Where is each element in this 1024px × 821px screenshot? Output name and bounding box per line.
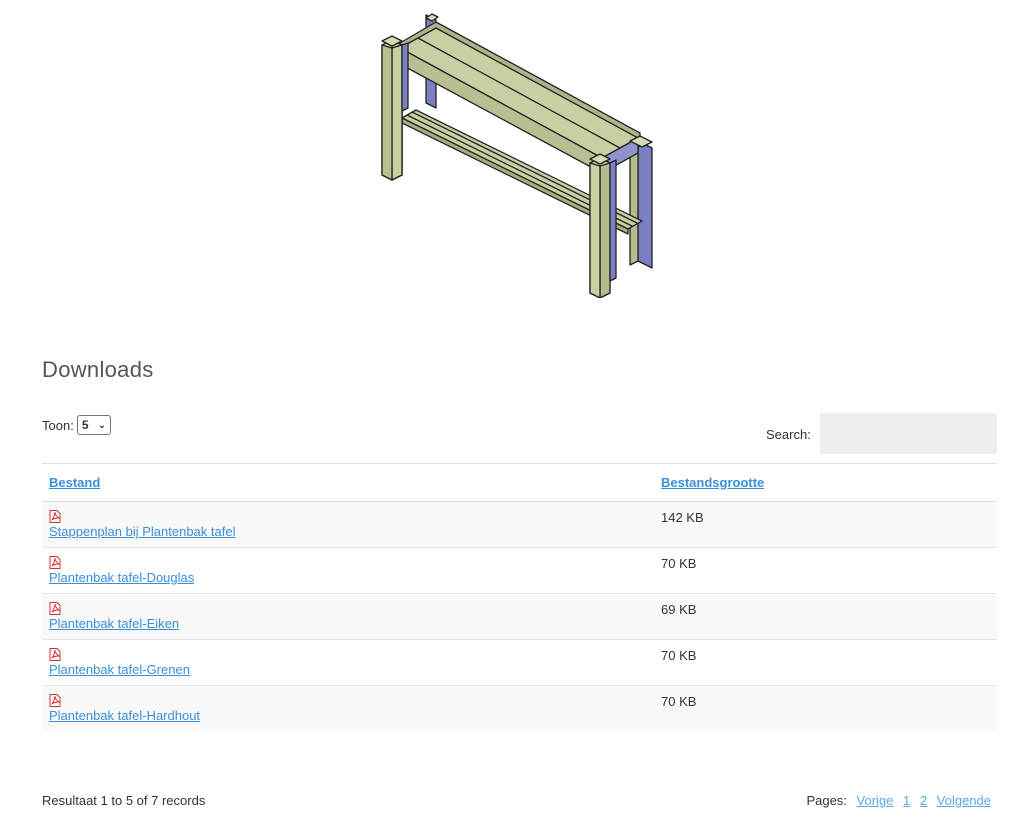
file-size: 70 KB bbox=[654, 639, 997, 686]
table-row: Plantenbak tafel-Grenen 70 KB bbox=[42, 639, 997, 686]
downloads-table: Bestand Bestandsgrootte Stappenplan bij … bbox=[42, 463, 997, 731]
chevron-down-icon: ⌄ bbox=[98, 419, 106, 430]
page: Downloads Toon: 5 ⌄ Search: Bestand Best… bbox=[0, 0, 1024, 821]
prev-page-link[interactable]: Vorige bbox=[857, 793, 894, 808]
pages-label: Pages: bbox=[806, 793, 847, 808]
file-link[interactable]: Stappenplan bij Plantenbak tafel bbox=[49, 524, 235, 539]
file-cell: Plantenbak tafel-Hardhout bbox=[42, 686, 654, 732]
pdf-icon bbox=[49, 694, 61, 707]
table-row: Plantenbak tafel-Douglas 70 KB bbox=[42, 547, 997, 594]
search-label: Search: bbox=[766, 427, 811, 442]
file-link[interactable]: Plantenbak tafel-Eiken bbox=[49, 616, 179, 631]
file-link[interactable]: Plantenbak tafel-Hardhout bbox=[49, 708, 200, 723]
pdf-icon bbox=[49, 602, 61, 615]
header-bestand[interactable]: Bestand bbox=[42, 463, 654, 502]
file-link[interactable]: Plantenbak tafel-Douglas bbox=[49, 570, 194, 585]
downloads-title: Downloads bbox=[42, 357, 154, 382]
page-2-link[interactable]: 2 bbox=[920, 793, 927, 808]
file-cell: Plantenbak tafel-Eiken bbox=[42, 593, 654, 640]
sort-bestandsgrootte-link[interactable]: Bestandsgrootte bbox=[661, 475, 764, 490]
table-row: Stappenplan bij Plantenbak tafel 142 KB bbox=[42, 501, 997, 548]
file-size: 70 KB bbox=[661, 694, 697, 709]
next-page-link[interactable]: Volgende bbox=[937, 793, 991, 808]
pagination: Pages: Vorige 1 2 Volgende bbox=[806, 793, 991, 808]
file-link[interactable]: Plantenbak tafel-Grenen bbox=[49, 662, 190, 677]
page-length-label: Toon: bbox=[42, 417, 74, 433]
header-bestandsgrootte[interactable]: Bestandsgrootte bbox=[654, 463, 997, 502]
search-input[interactable] bbox=[820, 413, 997, 454]
page-length-value: 5 bbox=[81, 418, 89, 432]
file-size: 142 KB bbox=[654, 501, 997, 548]
file-cell: Plantenbak tafel-Grenen bbox=[42, 639, 654, 686]
page-1-link[interactable]: 1 bbox=[903, 793, 910, 808]
file-cell: Stappenplan bij Plantenbak tafel bbox=[42, 501, 654, 548]
table-header-row: Bestand Bestandsgrootte bbox=[42, 463, 997, 502]
table-row: Plantenbak tafel-Hardhout 70 KB bbox=[42, 685, 997, 732]
file-size: 70 KB bbox=[654, 547, 997, 594]
file-cell: Plantenbak tafel-Douglas bbox=[42, 547, 654, 594]
sort-bestand-link[interactable]: Bestand bbox=[49, 475, 100, 490]
planter-table-illustration bbox=[381, 13, 653, 298]
table-row: Plantenbak tafel-Eiken 69 KB bbox=[42, 593, 997, 640]
pdf-icon bbox=[49, 648, 61, 661]
page-length-select[interactable]: 5 ⌄ bbox=[76, 415, 111, 435]
pdf-icon bbox=[49, 556, 61, 569]
page-length-control: Toon: 5 ⌄ bbox=[42, 415, 111, 435]
result-info: Resultaat 1 to 5 of 7 records bbox=[42, 793, 206, 808]
file-size: 69 KB bbox=[654, 593, 997, 640]
pdf-icon bbox=[49, 510, 61, 523]
